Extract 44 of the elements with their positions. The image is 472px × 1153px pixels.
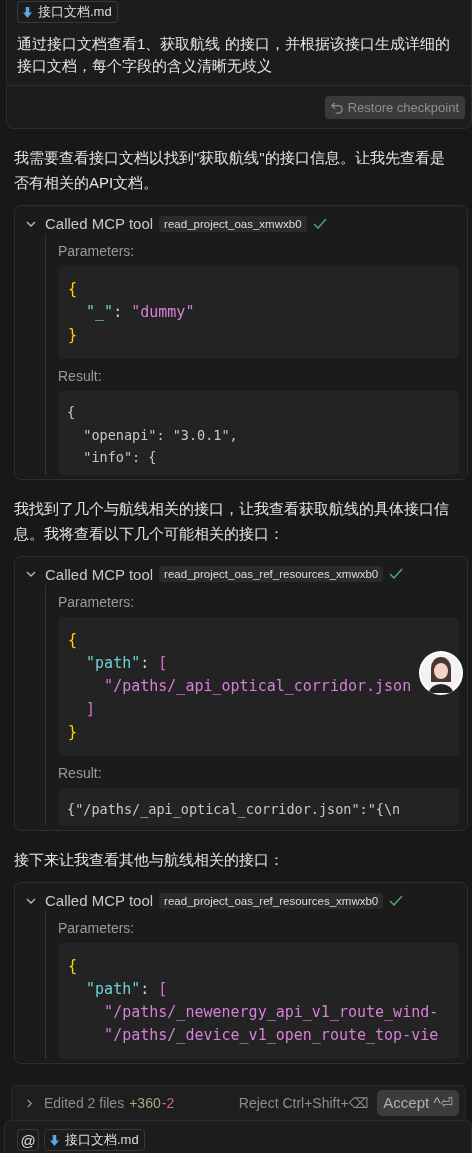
undo-icon	[330, 101, 344, 114]
file-chip[interactable]: 接口文档.md	[44, 1129, 145, 1151]
parameters-label: Parameters:	[58, 242, 136, 261]
tool-name: read_project_oas_xmwxb0	[159, 215, 307, 232]
code-line: "path": [	[85, 979, 169, 1000]
assistant-message: 我找到了几个与航线相关的接口，让我查看获取航线的具体接口信息。我将查看以下几个可能相关的接口：	[13, 498, 450, 544]
code-line: {"/paths/_api_optical_corridor.json":"{\n	[67, 799, 402, 820]
code-line: "_": "dummy"	[85, 302, 196, 323]
tool-call-label: Called MCP tool	[45, 565, 154, 583]
tool-name: read_project_oas_ref_resources_xmwxb0	[159, 566, 384, 582]
parameters-label: Parameters:	[58, 592, 136, 612]
accept-button[interactable]: Accept ^⏎	[377, 1090, 459, 1116]
edit-summary: Edited 2 files	[44, 1095, 125, 1111]
result-label: Result:	[58, 763, 103, 783]
code-line: ]	[85, 698, 97, 720]
arrow-down-icon	[23, 6, 32, 18]
removed-lines-count: -2	[161, 1095, 175, 1111]
result-label: Result:	[58, 367, 103, 386]
code-line: "info": {	[82, 448, 158, 467]
reject-button[interactable]: Reject Ctrl+Shift+⌫	[234, 1095, 373, 1111]
assistant-message: 我需要查看接口文档以找到"获取航线"的接口信息。让我先查看是否有相关的API文档。	[13, 148, 446, 193]
code-line: "path": [	[85, 652, 169, 674]
assistant-message: 接下来让我查看其他与航线相关的接口：	[13, 850, 285, 870]
arrow-down-icon	[50, 1134, 59, 1146]
code-line: "/paths/_newenergy_api_v1_route_wind-	[103, 1002, 440, 1023]
user-message: 通过接口文档查看1、获取航线 的接口，并根据该接口生成详细的接口文档，每个字段的含义清晰无歧义	[16, 34, 451, 76]
code-line: {	[68, 629, 79, 651]
mention-button[interactable]: @	[17, 1129, 39, 1151]
chevron-icon[interactable]	[24, 1097, 35, 1109]
file-chip[interactable]: 接口文档.md	[17, 1, 118, 23]
code-line: "/paths/_device_v1_open_route_top-vie	[103, 1025, 440, 1046]
added-lines-count: +360	[129, 1095, 161, 1111]
tool-call-label: Called MCP tool	[45, 215, 154, 232]
restore-checkpoint-button[interactable]: Restore checkpoint	[324, 96, 465, 119]
code-line: }	[68, 325, 79, 346]
code-line: }	[68, 721, 79, 743]
code-line: "/paths/_api_optical_corridor.json	[103, 675, 413, 697]
tool-name: read_project_oas_ref_resources_xmwxb0	[159, 892, 384, 909]
code-line: {	[67, 403, 77, 422]
code-line: "openapi": "3.0.1",	[82, 425, 239, 445]
code-line: {	[68, 956, 79, 977]
parameters-label: Parameters:	[58, 919, 136, 938]
tool-call-label: Called MCP tool	[45, 892, 154, 909]
code-line: {	[68, 279, 79, 300]
